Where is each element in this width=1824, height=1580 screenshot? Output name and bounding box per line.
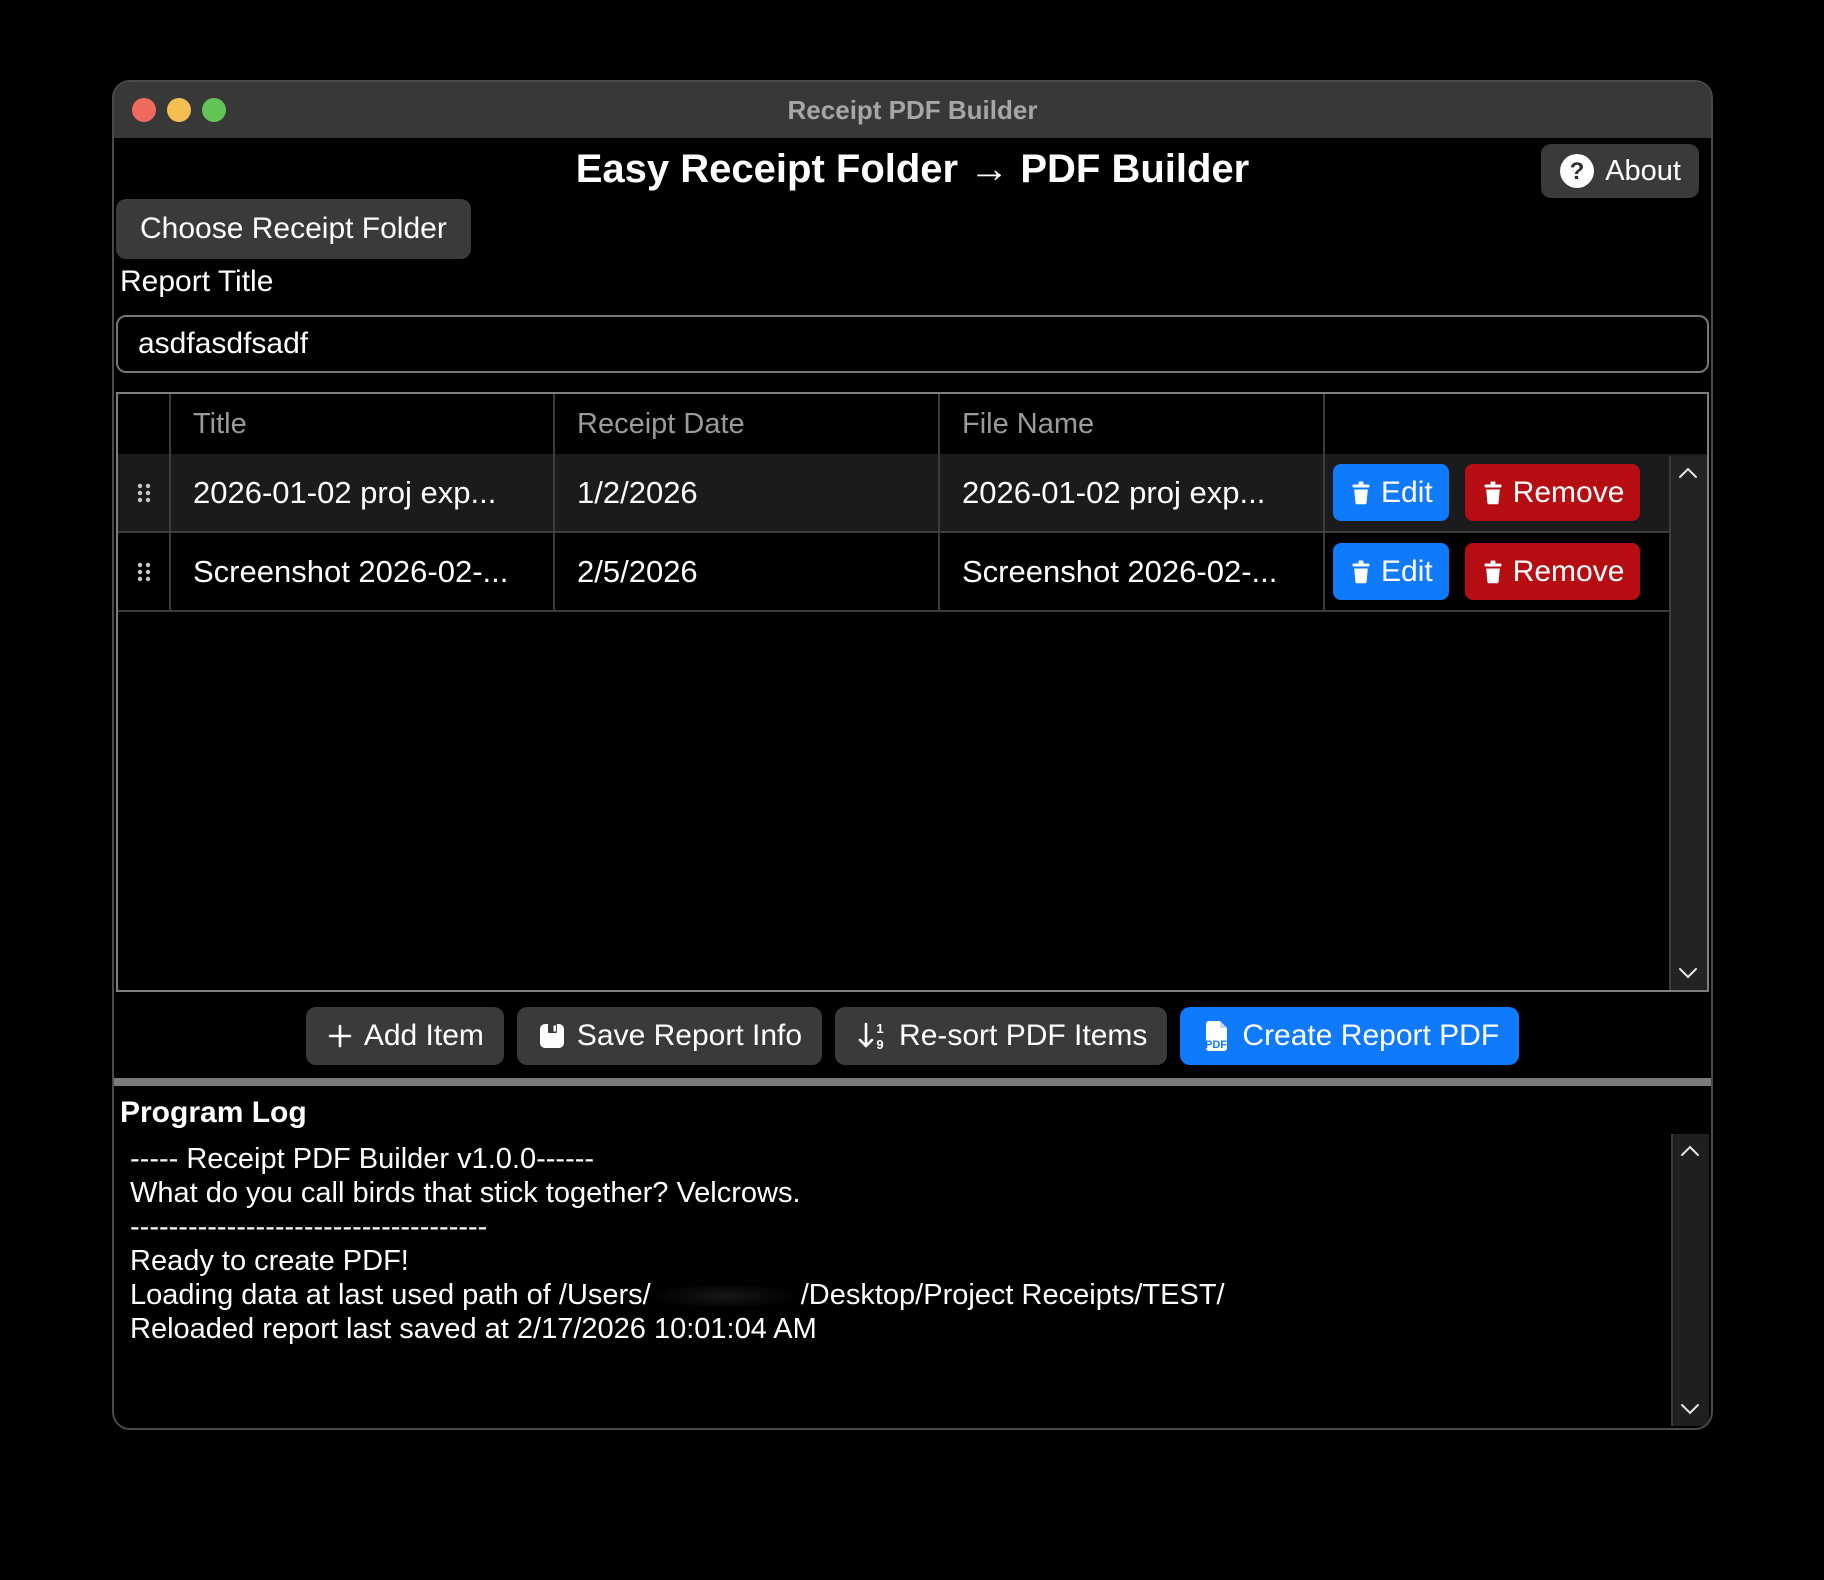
close-button[interactable] (132, 98, 156, 122)
chevron-up-icon[interactable] (1675, 464, 1701, 482)
log-line-suffix: /Desktop/Project Receipts/TEST/ (801, 1279, 1225, 1311)
window-title: Receipt PDF Builder (788, 95, 1038, 126)
remove-button[interactable]: Remove (1465, 464, 1641, 521)
svg-text:?: ? (1570, 158, 1585, 185)
drag-handle-icon (135, 560, 153, 584)
trash-icon (1349, 480, 1373, 506)
table-scrollbar[interactable] (1669, 456, 1707, 990)
log-line: What do you call birds that stick togeth… (130, 1176, 1695, 1210)
create-pdf-label: Create Report PDF (1242, 1019, 1499, 1053)
remove-label: Remove (1513, 555, 1625, 589)
choose-folder-button[interactable]: Choose Receipt Folder (116, 199, 471, 259)
column-header-title: Title (171, 394, 555, 454)
sort-numeric-icon: 1 9 (855, 1020, 889, 1052)
trash-icon (1349, 559, 1373, 585)
row-title: Screenshot 2026-02-... (171, 533, 555, 610)
program-log-heading: Program Log (120, 1096, 307, 1130)
column-header-date: Receipt Date (555, 394, 940, 454)
row-date: 1/2/2026 (555, 454, 940, 531)
choose-folder-label: Choose Receipt Folder (140, 212, 447, 246)
report-title-label: Report Title (120, 265, 273, 299)
trash-icon (1481, 559, 1505, 585)
row-file: 2026-01-02 proj exp... (940, 454, 1325, 531)
log-line: Ready to create PDF! (130, 1244, 1695, 1278)
program-log-text: ----- Receipt PDF Builder v1.0.0------ W… (116, 1134, 1709, 1354)
app-window: Receipt PDF Builder Easy Receipt Folder … (112, 80, 1713, 1430)
save-report-button[interactable]: Save Report Info (517, 1007, 822, 1065)
report-title-input[interactable] (116, 315, 1709, 373)
table-header-row: Title Receipt Date File Name (118, 394, 1707, 454)
save-report-label: Save Report Info (577, 1019, 802, 1053)
trash-icon (1481, 480, 1505, 506)
resort-label: Re-sort PDF Items (899, 1019, 1147, 1053)
remove-label: Remove (1513, 476, 1625, 510)
resort-button[interactable]: 1 9 Re-sort PDF Items (835, 1007, 1167, 1065)
table-row: 2026-01-02 proj exp... 1/2/2026 2026-01-… (118, 454, 1707, 533)
chevron-up-icon[interactable] (1677, 1142, 1703, 1160)
redacted-username (651, 1283, 801, 1309)
svg-text:9: 9 (876, 1037, 883, 1052)
log-line: ----- Receipt PDF Builder v1.0.0------ (130, 1142, 1695, 1176)
log-line: Reloaded report last saved at 2/17/2026 … (130, 1312, 1695, 1346)
log-line: Loading data at last used path of /Users… (130, 1278, 1695, 1312)
pdf-file-icon: PDF (1200, 1019, 1232, 1053)
column-header-file: File Name (940, 394, 1325, 454)
zoom-button[interactable] (202, 98, 226, 122)
log-line: ------------------------------------- (130, 1210, 1695, 1244)
add-item-button[interactable]: Add Item (306, 1007, 504, 1065)
drag-handle[interactable] (118, 533, 171, 610)
about-label: About (1605, 155, 1681, 188)
chevron-down-icon[interactable] (1677, 1400, 1703, 1418)
column-header-actions (1325, 394, 1707, 454)
receipt-table: Title Receipt Date File Name 2026-01-02 (116, 392, 1709, 992)
titlebar[interactable]: Receipt PDF Builder (114, 82, 1711, 138)
page-title: Easy Receipt Folder → PDF Builder (114, 138, 1711, 200)
row-date: 2/5/2026 (555, 533, 940, 610)
program-log-panel: ----- Receipt PDF Builder v1.0.0------ W… (116, 1134, 1709, 1426)
plus-icon (326, 1022, 354, 1050)
chevron-down-icon[interactable] (1675, 964, 1701, 982)
traffic-lights (132, 82, 226, 138)
drag-handle[interactable] (118, 454, 171, 531)
drag-column-header (118, 394, 171, 454)
log-scrollbar[interactable] (1671, 1134, 1709, 1426)
table-row: Screenshot 2026-02-... 2/5/2026 Screensh… (118, 533, 1707, 612)
edit-label: Edit (1381, 476, 1433, 510)
log-line-prefix: Loading data at last used path of /Users… (130, 1279, 651, 1311)
drag-handle-icon (135, 481, 153, 505)
row-actions: Edit Remove (1325, 454, 1707, 531)
row-title: 2026-01-02 proj exp... (171, 454, 555, 531)
remove-button[interactable]: Remove (1465, 543, 1641, 600)
actions-toolbar: Add Item Save Report Info 1 9 Re-sort PD (114, 1007, 1711, 1065)
edit-label: Edit (1381, 555, 1433, 589)
row-actions: Edit Remove (1325, 533, 1707, 610)
edit-button[interactable]: Edit (1333, 543, 1449, 600)
about-button[interactable]: ? About (1541, 144, 1699, 198)
svg-text:1: 1 (876, 1021, 883, 1036)
question-icon: ? (1559, 153, 1595, 189)
svg-text:PDF: PDF (1205, 1039, 1227, 1051)
create-pdf-button[interactable]: PDF Create Report PDF (1180, 1007, 1519, 1065)
add-item-label: Add Item (364, 1019, 484, 1053)
row-file: Screenshot 2026-02-... (940, 533, 1325, 610)
splitter-handle[interactable] (114, 1078, 1711, 1086)
save-icon (537, 1021, 567, 1051)
minimize-button[interactable] (167, 98, 191, 122)
edit-button[interactable]: Edit (1333, 464, 1449, 521)
